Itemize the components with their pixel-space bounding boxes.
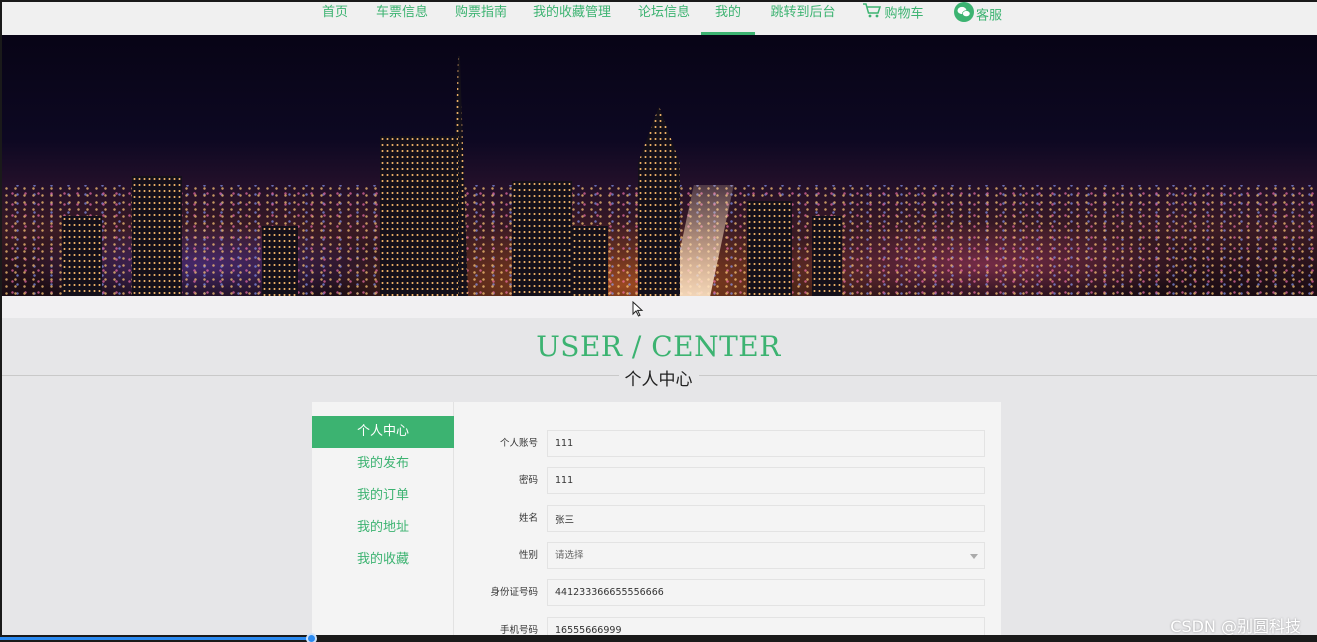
nav-label: 客服 xyxy=(975,8,1002,24)
building xyxy=(638,106,680,296)
nav-item-home[interactable]: 首页 xyxy=(320,2,350,35)
gender-select[interactable]: 请选择 xyxy=(547,542,985,569)
form-row-name: 姓名 xyxy=(455,505,1001,532)
building xyxy=(572,226,608,296)
watermark: CSDN @别圆科技 xyxy=(1170,617,1301,636)
nav-item-service[interactable]: 客服 xyxy=(950,2,1006,35)
name-input[interactable] xyxy=(547,505,985,532)
sidebar-item-addresses[interactable]: 我的地址 xyxy=(312,512,454,544)
sidebar-item-favorites[interactable]: 我的收藏 xyxy=(312,544,454,576)
nav-label: 我的收藏管理 xyxy=(532,5,611,20)
progress-handle[interactable] xyxy=(306,633,317,642)
password-input[interactable] xyxy=(547,467,985,494)
progress-fill xyxy=(0,637,311,640)
building xyxy=(380,136,458,296)
nav-item-favorites[interactable]: 我的收藏管理 xyxy=(531,2,613,35)
form-row-password: 密码 xyxy=(455,467,1001,494)
profile-form: 个人账号 密码 姓名 性别 请选择 身份证号码 手机号码 xyxy=(455,402,1001,642)
banner-bottom-band xyxy=(2,296,1317,318)
wechat-icon xyxy=(953,2,974,30)
nav-label: 论坛信息 xyxy=(637,5,690,20)
building xyxy=(62,216,102,296)
nav-item-cart[interactable]: 购物车 xyxy=(860,2,926,35)
cart-icon xyxy=(862,2,882,26)
nav-label: 首页 xyxy=(321,5,348,20)
gender-placeholder: 请选择 xyxy=(555,550,584,561)
building xyxy=(262,226,298,296)
form-row-account: 个人账号 xyxy=(455,430,1001,457)
account-label: 个人账号 xyxy=(499,438,538,449)
name-label: 姓名 xyxy=(518,513,538,524)
form-row-id-number: 身份证号码 xyxy=(455,579,1001,606)
building xyxy=(132,176,182,296)
nav-label: 购票指南 xyxy=(454,5,507,20)
page-title-chinese-text: 个人中心 xyxy=(618,370,699,390)
nav-item-forum[interactable]: 论坛信息 xyxy=(636,2,692,35)
nav-label: 购物车 xyxy=(884,6,924,22)
sidebar-item-orders[interactable]: 我的订单 xyxy=(312,480,454,512)
building xyxy=(512,181,572,296)
chevron-down-icon xyxy=(970,554,978,559)
city-night-banner xyxy=(2,35,1317,296)
page-title-english: USER / CENTER xyxy=(536,330,781,363)
nav-label: 我的 xyxy=(714,5,741,20)
sidebar-item-posts[interactable]: 我的发布 xyxy=(312,448,454,480)
form-row-gender: 性别 请选择 xyxy=(455,542,1001,569)
sidebar-menu: 个人中心 我的发布 我的订单 我的地址 我的收藏 xyxy=(312,402,454,642)
nav-item-guide[interactable]: 购票指南 xyxy=(453,2,509,35)
id-number-label: 身份证号码 xyxy=(490,587,538,598)
nav-label: 车票信息 xyxy=(375,5,428,20)
video-progress-bar[interactable] xyxy=(0,633,1317,642)
account-input[interactable] xyxy=(547,430,985,457)
top-navigation: 首页 车票信息 购票指南 我的收藏管理 论坛信息 我的 跳转到后台 购物车 客服 xyxy=(2,2,1317,35)
nav-item-admin[interactable]: 跳转到后台 xyxy=(768,2,838,35)
nav-label: 跳转到后台 xyxy=(770,5,836,20)
user-center-panel: 个人中心 我的发布 我的订单 我的地址 我的收藏 个人账号 密码 姓名 性别 请… xyxy=(312,402,1001,642)
id-number-input[interactable] xyxy=(547,579,985,606)
page-title-chinese: 个人中心 xyxy=(0,365,1317,390)
building xyxy=(747,201,792,296)
nav-item-tickets[interactable]: 车票信息 xyxy=(374,2,430,35)
mouse-cursor-icon xyxy=(632,300,644,321)
building xyxy=(812,216,842,296)
nav-item-mine[interactable]: 我的 xyxy=(701,2,755,35)
password-label: 密码 xyxy=(518,475,538,486)
gender-label: 性别 xyxy=(518,550,538,561)
sidebar-item-profile[interactable]: 个人中心 xyxy=(312,416,454,448)
